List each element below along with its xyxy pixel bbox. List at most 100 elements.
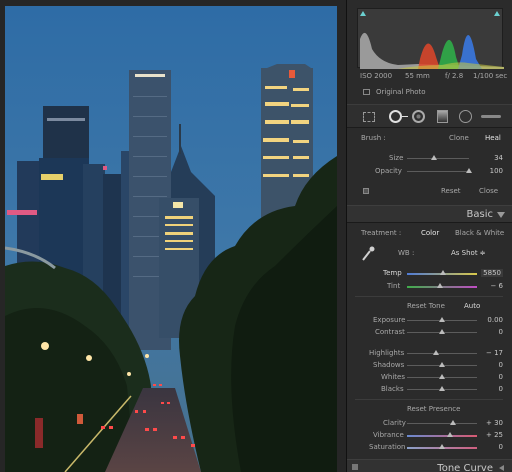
shadows-slider-thumb[interactable] xyxy=(439,362,445,367)
size-slider-track[interactable] xyxy=(407,158,469,159)
spot-footer-row: Reset Close xyxy=(347,186,512,198)
original-photo-label: Original Photo xyxy=(376,88,426,96)
highlights-slider-track[interactable] xyxy=(407,353,477,354)
vibrance-value[interactable]: + 25 xyxy=(486,431,503,439)
temp-slider-thumb[interactable] xyxy=(439,270,446,275)
crop-overlay-icon[interactable] xyxy=(363,112,375,122)
divider xyxy=(355,399,503,400)
opacity-label: Opacity xyxy=(375,167,402,175)
clone-option[interactable]: Clone xyxy=(449,134,469,142)
adjustment-brush-icon[interactable] xyxy=(481,115,501,118)
reset-presence-row: Reset Presence xyxy=(347,404,512,416)
spot-removal-icon[interactable] xyxy=(389,110,402,123)
tool-overlay-toggle-icon[interactable] xyxy=(363,188,369,194)
shadows-label: Shadows xyxy=(373,361,405,369)
white-balance-row: WB : As Shot ≑ xyxy=(347,246,512,262)
contrast-value[interactable]: 0 xyxy=(499,328,503,336)
saturation-slider-row: Saturation 0 xyxy=(347,442,512,454)
aperture-text: f/ 2.8 xyxy=(445,72,464,80)
contrast-label: Contrast xyxy=(375,328,405,336)
opacity-slider-track[interactable] xyxy=(407,171,469,172)
reset-tone-button[interactable]: Reset Tone xyxy=(407,302,445,310)
saturation-slider-thumb[interactable] xyxy=(439,444,445,449)
shadows-slider-row: Shadows 0 xyxy=(347,360,512,372)
temp-value[interactable]: 5850 xyxy=(481,269,503,277)
basic-panel-header[interactable]: Basic xyxy=(347,205,512,223)
vibrance-slider-track[interactable] xyxy=(407,435,477,437)
brush-mode-row: Brush : Clone Heal xyxy=(347,133,512,145)
auto-tone-button[interactable]: Auto xyxy=(464,302,480,310)
close-button[interactable]: Close xyxy=(479,187,498,195)
edited-photo[interactable] xyxy=(5,6,337,472)
graduated-filter-icon[interactable] xyxy=(437,110,448,123)
shadow-clipping-icon[interactable] xyxy=(360,11,366,16)
tone-curve-title: Tone Curve xyxy=(437,463,493,472)
clarity-slider-track[interactable] xyxy=(407,423,477,424)
contrast-slider-row: Contrast 0 xyxy=(347,327,512,339)
highlights-slider-thumb[interactable] xyxy=(432,350,439,355)
temp-label: Temp xyxy=(383,269,402,277)
tone-curve-panel-header[interactable]: Tone Curve xyxy=(347,459,512,472)
exif-info: ISO 2000 55 mm f/ 2.8 1/100 sec xyxy=(347,71,512,83)
iso-text: ISO 2000 xyxy=(360,72,393,80)
opacity-value[interactable]: 100 xyxy=(490,167,503,175)
shutter-speed-text: 1/100 sec xyxy=(473,72,508,80)
tint-slider-thumb[interactable] xyxy=(436,283,443,288)
tint-value[interactable]: − 6 xyxy=(490,282,503,290)
develop-panel: ISO 2000 55 mm f/ 2.8 1/100 sec Original… xyxy=(346,0,512,472)
size-slider-row: Size 34 xyxy=(347,153,512,165)
exposure-slider-row: Exposure 0.00 xyxy=(347,315,512,327)
blacks-label: Blacks xyxy=(381,385,404,393)
clarity-value[interactable]: + 30 xyxy=(486,419,503,427)
shadows-value[interactable]: 0 xyxy=(499,361,503,369)
saturation-label: Saturation xyxy=(369,443,406,451)
exposure-value[interactable]: 0.00 xyxy=(487,316,503,324)
exposure-slider-thumb[interactable] xyxy=(439,317,445,322)
treatment-row: Treatment : Color Black & White xyxy=(347,228,512,240)
expand-triangle-icon[interactable] xyxy=(499,465,504,471)
opacity-slider-thumb[interactable] xyxy=(466,168,472,173)
radial-filter-icon[interactable] xyxy=(459,110,472,123)
size-label: Size xyxy=(389,154,404,162)
histogram[interactable] xyxy=(357,8,504,69)
saturation-value[interactable]: 0 xyxy=(499,443,503,451)
reset-tone-row: Reset Tone Auto xyxy=(347,301,512,313)
opacity-slider-row: Opacity 100 xyxy=(347,166,512,178)
whites-value[interactable]: 0 xyxy=(499,373,503,381)
reset-presence-button[interactable]: Reset Presence xyxy=(407,405,460,413)
size-slider-thumb[interactable] xyxy=(430,155,437,160)
vibrance-slider-thumb[interactable] xyxy=(447,432,454,437)
tint-label: Tint xyxy=(387,282,401,290)
photo-canvas[interactable] xyxy=(0,0,346,472)
highlights-value[interactable]: − 17 xyxy=(486,349,503,357)
treatment-bw-option[interactable]: Black & White xyxy=(455,229,504,237)
original-photo-checkbox[interactable] xyxy=(363,89,370,95)
focal-length-text: 55 mm xyxy=(405,72,430,80)
blacks-value[interactable]: 0 xyxy=(499,385,503,393)
red-eye-icon[interactable] xyxy=(412,110,425,123)
wb-dropdown[interactable]: As Shot ≑ xyxy=(451,249,486,257)
exposure-label: Exposure xyxy=(373,316,406,324)
temp-slider-row: Temp 5850 xyxy=(347,268,512,280)
reset-button[interactable]: Reset xyxy=(441,187,461,195)
highlight-clipping-icon[interactable] xyxy=(494,11,500,16)
histogram-graph xyxy=(360,32,504,69)
contrast-slider-thumb[interactable] xyxy=(439,329,445,334)
size-value[interactable]: 34 xyxy=(494,154,503,162)
tool-strip xyxy=(347,104,512,128)
original-photo-toggle[interactable]: Original Photo xyxy=(347,87,512,99)
collapse-triangle-icon[interactable] xyxy=(497,212,505,218)
tint-slider-row: Tint − 6 xyxy=(347,281,512,293)
vibrance-label: Vibrance xyxy=(373,431,404,439)
vibrance-slider-row: Vibrance + 25 xyxy=(347,430,512,442)
basic-panel-title: Basic xyxy=(466,209,493,220)
whites-slider-thumb[interactable] xyxy=(439,374,445,379)
clarity-slider-thumb[interactable] xyxy=(449,420,456,425)
heal-option[interactable]: Heal xyxy=(485,134,501,142)
white-balance-eyedropper-icon[interactable] xyxy=(361,246,375,262)
spot-removal-pointer-icon xyxy=(402,116,408,117)
panel-visibility-toggle-icon[interactable] xyxy=(352,464,358,470)
blacks-slider-row: Blacks 0 xyxy=(347,384,512,396)
treatment-color-option[interactable]: Color xyxy=(421,229,439,237)
blacks-slider-thumb[interactable] xyxy=(439,386,445,391)
